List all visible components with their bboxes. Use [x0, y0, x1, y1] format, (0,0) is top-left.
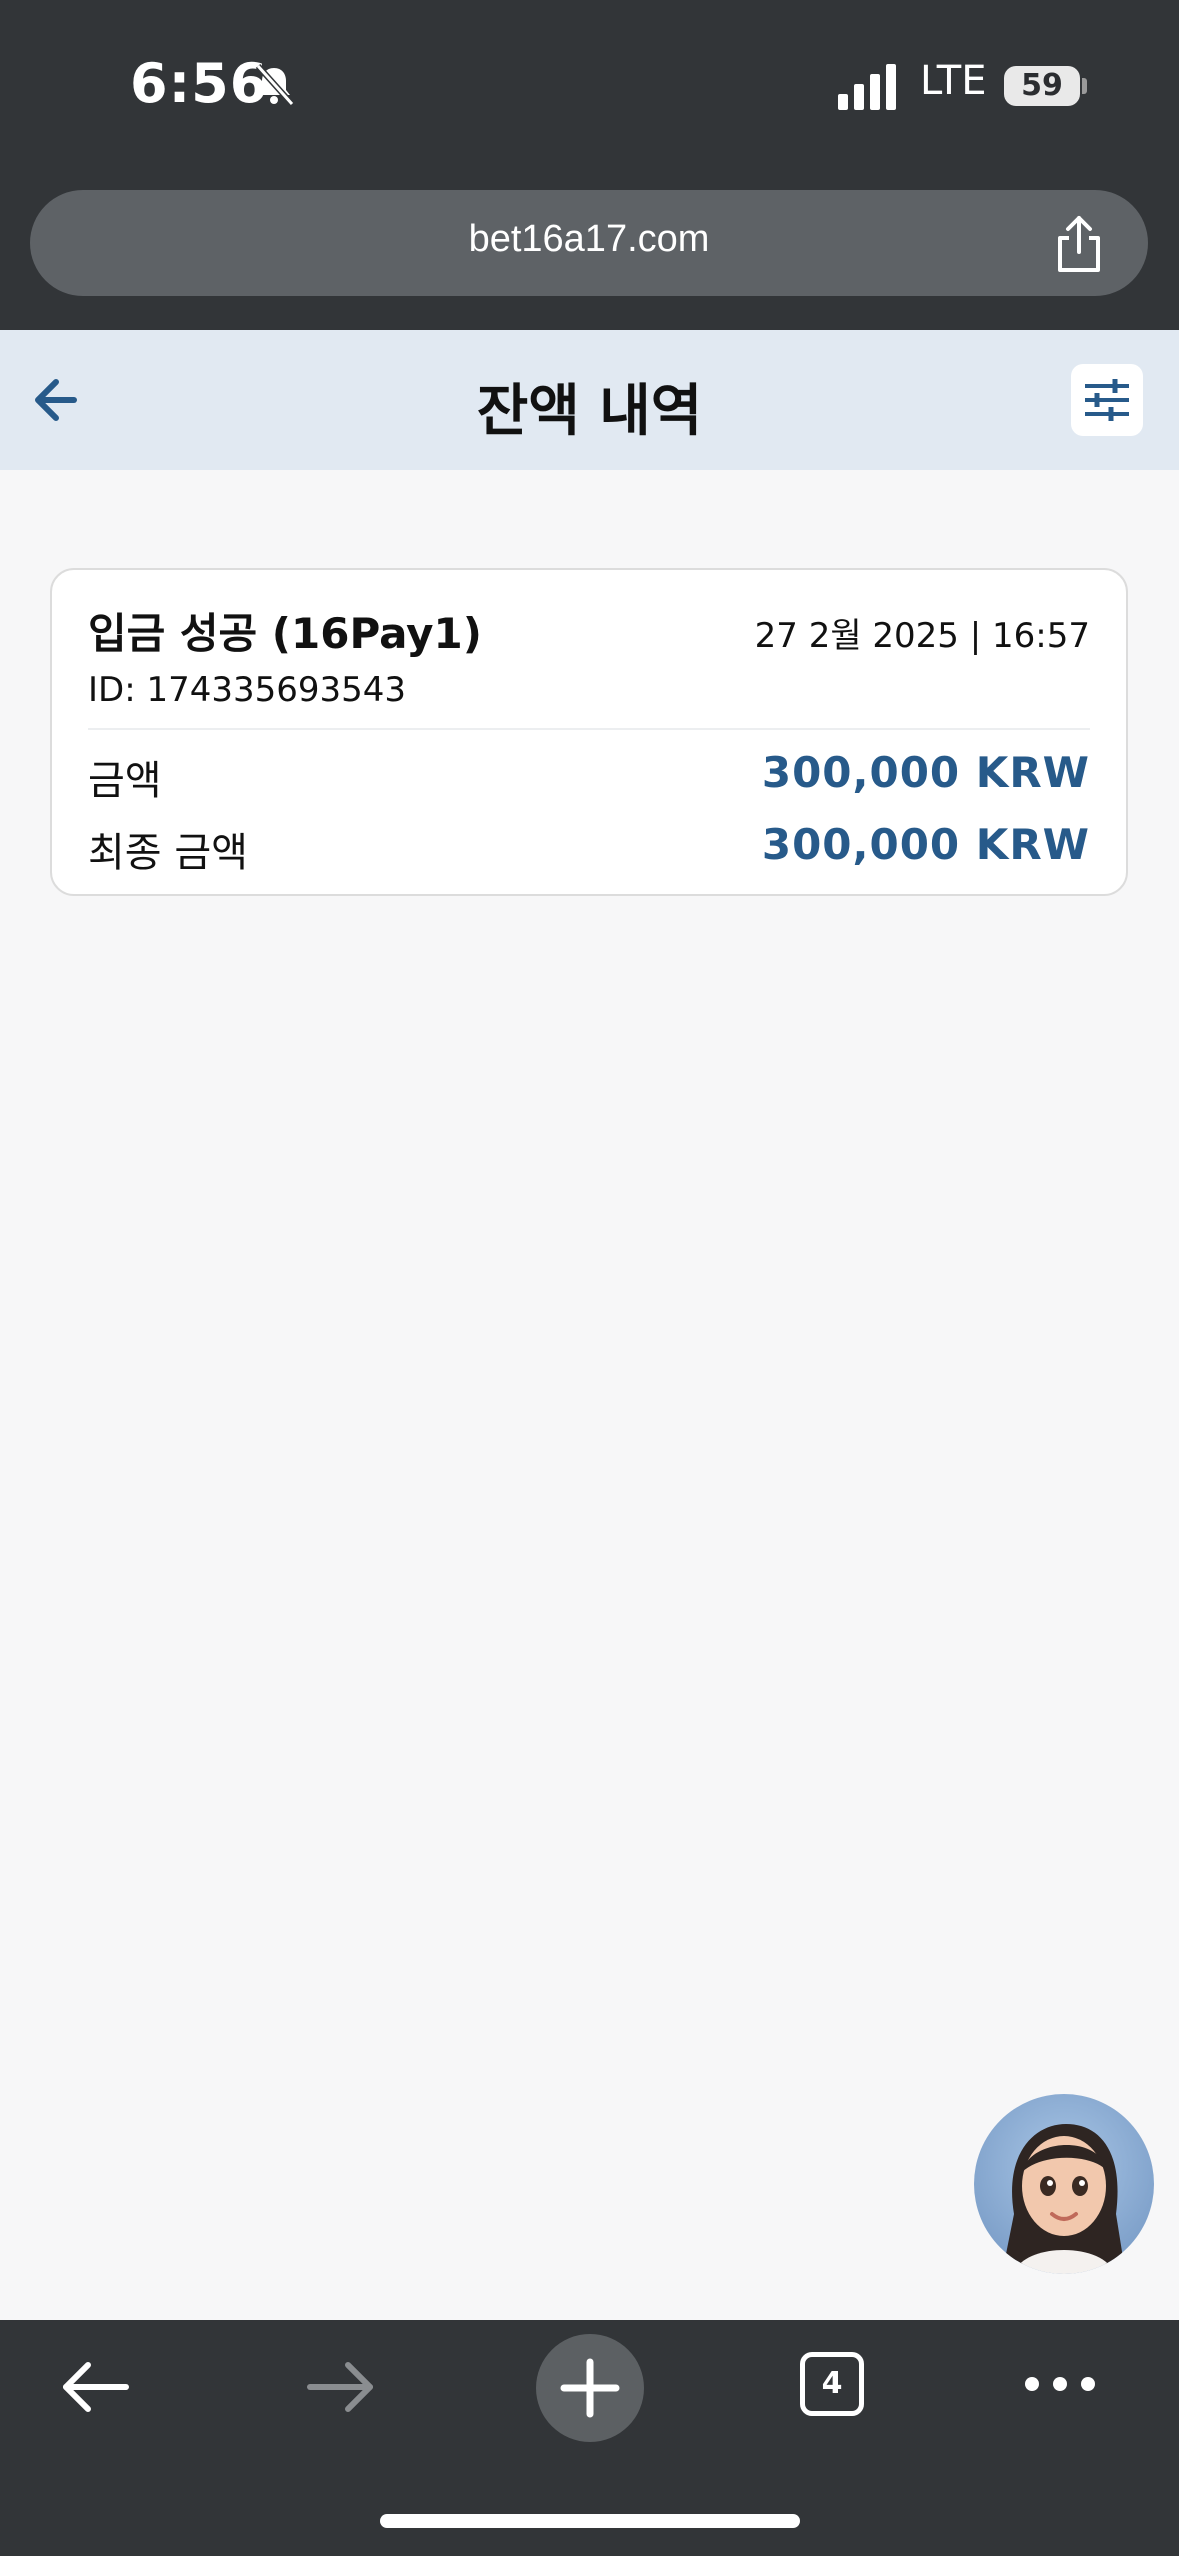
transaction-date: 27 2월 2025 | 16:57: [754, 616, 1090, 656]
new-tab-button[interactable]: [536, 2334, 644, 2442]
transaction-title: 입금 성공 (16Pay1): [88, 609, 482, 658]
tabs-button[interactable]: 4: [800, 2352, 864, 2416]
signal-icon: [838, 64, 896, 110]
final-amount-value: 300,000 KRW: [761, 820, 1090, 869]
bell-slash-icon: [255, 63, 295, 106]
status-time: 6:56: [130, 52, 269, 115]
transaction-card[interactable]: 입금 성공 (16Pay1) 27 2월 2025 | 16:57 ID: 17…: [50, 568, 1128, 896]
url-text: bet16a17.com: [468, 218, 710, 260]
avatar-face-icon: [1004, 2124, 1124, 2274]
share-icon[interactable]: [1052, 214, 1106, 274]
nav-forward-icon[interactable]: [304, 2355, 378, 2419]
home-indicator: [380, 2514, 800, 2528]
battery-tip: [1082, 78, 1087, 94]
chat-avatar[interactable]: [974, 2094, 1154, 2274]
nav-back-icon[interactable]: [58, 2355, 132, 2419]
divider: [88, 728, 1090, 730]
transaction-id: ID: 174335693543: [88, 670, 407, 710]
battery-indicator: 59: [1004, 66, 1080, 106]
final-amount-label: 최종 금액: [88, 830, 248, 876]
page-title: 잔액 내역: [476, 379, 703, 444]
network-type: LTE: [920, 58, 987, 104]
amount-value: 300,000 KRW: [761, 748, 1090, 797]
status-bar: 6:56 LTE 59 bet16a17.com: [0, 0, 1179, 330]
filter-button[interactable]: [1071, 364, 1143, 436]
more-icon[interactable]: [1024, 2376, 1096, 2392]
plus-icon: [560, 2358, 620, 2418]
amount-label: 금액: [88, 758, 162, 804]
page-header: 잔액 내역: [0, 330, 1179, 470]
url-bar[interactable]: bet16a17.com: [30, 190, 1148, 296]
filter-icon: [1085, 379, 1129, 421]
